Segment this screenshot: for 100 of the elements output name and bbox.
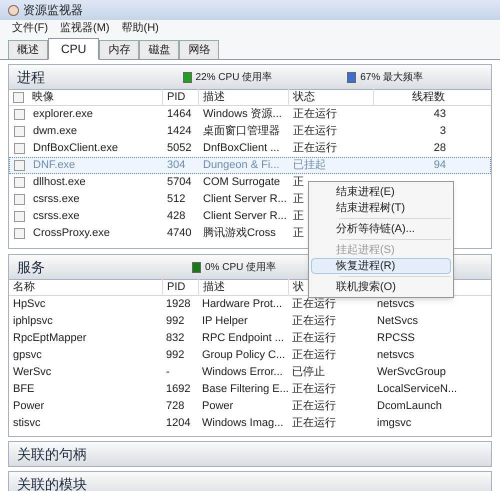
checkbox[interactable]	[14, 194, 25, 205]
indicator-label: 0% CPU 使用率	[205, 260, 276, 274]
tab[interactable]: CPU	[48, 38, 100, 60]
menu-item[interactable]: 分析等待链(A)...	[311, 221, 451, 237]
column-header[interactable]: PID	[162, 89, 198, 106]
menu-item[interactable]: 恢复进程(R)	[311, 258, 451, 274]
status-cell-text: 已停止	[291, 365, 326, 380]
description-cell-text: 腾讯游戏Cross	[202, 226, 277, 242]
status-cell-text: 正	[292, 209, 304, 224]
service-name: BFE	[12, 382, 36, 398]
description-cell-text: Windows Error...	[201, 365, 284, 380]
pid-cell-text: 832	[165, 331, 186, 346]
menu-item[interactable]: 结束进程树(T)	[311, 200, 451, 216]
section-header[interactable]: 关联的句柄	[8, 441, 492, 467]
description-cell-text: Base Filtering E...	[201, 382, 288, 398]
column-header[interactable]: 描述	[198, 279, 288, 296]
section-header[interactable]: 关联的模块	[8, 471, 492, 491]
column-header[interactable]: 映像	[32, 89, 54, 106]
service-name: HpSvc	[12, 297, 46, 312]
checkbox[interactable]	[14, 228, 25, 239]
group-cell-text: RPCSS	[376, 331, 416, 346]
process-name: dllhost.exe	[33, 175, 86, 190]
section-title: 关联的句柄	[17, 444, 88, 464]
menu-item[interactable]: 帮助(H)	[122, 20, 159, 37]
process-name: CrossProxy.exe	[33, 226, 110, 242]
window-title: 资源监视器	[23, 2, 83, 19]
checkbox[interactable]	[14, 177, 25, 188]
pid-cell-text: 428	[166, 209, 186, 224]
pid-cell-text: 1464	[166, 107, 192, 122]
description-cell-text: Client Server R...	[202, 209, 288, 224]
column-header[interactable]: 状态	[288, 89, 373, 106]
description-cell-text: IP Helper	[201, 314, 249, 330]
checkbox[interactable]	[14, 211, 25, 222]
column-header[interactable]: 状	[288, 279, 306, 296]
thread-count-cell-text: 3	[438, 124, 447, 140]
thread-count-cell-text: 28	[432, 141, 447, 156]
process-row[interactable]: csrss.exe 428 Client Server R... 正	[9, 208, 305, 225]
column-header[interactable]: 描述	[198, 89, 288, 106]
process-name: dwm.exe	[33, 124, 78, 140]
pid-cell-text: 4740	[166, 226, 192, 242]
description-cell-text: Dungeon & Fi...	[202, 158, 280, 174]
service-name: stisvc	[12, 416, 42, 432]
section-header[interactable]: 进程 22% CPU 使用率 67% 最大频率	[8, 64, 492, 90]
checkbox[interactable]	[14, 160, 25, 171]
status-cell-text: 已挂起	[292, 158, 327, 174]
column-header[interactable]: 名称	[9, 279, 162, 296]
pid-cell-text: 1424	[166, 124, 192, 140]
tab[interactable]: 概述	[8, 40, 48, 59]
description-cell-text: DnfBoxClient ...	[202, 141, 280, 156]
menu-item[interactable]: 文件(F)	[12, 20, 48, 37]
column-header[interactable]: 线程数	[373, 89, 453, 106]
description-cell-text: Windows Imag...	[201, 416, 284, 432]
process-row[interactable]: dwm.exe 1424 桌面窗口管理器 正在运行 3	[9, 123, 455, 140]
pid-cell-text: 992	[165, 314, 186, 330]
section-title: 关联的模块	[17, 474, 88, 491]
tab[interactable]: 内存	[99, 40, 140, 59]
process-row[interactable]: explorer.exe 1464 Windows 资源... 正在运行 43	[9, 106, 455, 123]
menu-item[interactable]: 联机搜索(O)	[311, 279, 451, 295]
group-cell-text: NetSvcs	[376, 314, 419, 330]
pid-cell-text: 304	[166, 158, 186, 174]
description-cell-text: Power	[201, 399, 234, 414]
thread-count-cell-text: 94	[432, 158, 447, 174]
process-row[interactable]: dllhost.exe 5704 COM Surrogate 正	[9, 174, 305, 191]
checkbox[interactable]	[14, 126, 25, 137]
checkbox[interactable]	[14, 109, 25, 120]
tab[interactable]: 磁盘	[139, 40, 180, 59]
status-cell-text: 正	[292, 226, 304, 242]
menu-item[interactable]: 监视器(M)	[60, 20, 110, 37]
column-header[interactable]: PID	[162, 279, 198, 296]
status-cell-text: 正在运行	[291, 399, 337, 414]
description-cell-text: 桌面窗口管理器	[202, 124, 281, 140]
group-cell-text: DcomLaunch	[376, 399, 443, 414]
status-cell-text: 正在运行	[291, 297, 337, 312]
process-name: csrss.exe	[33, 192, 80, 208]
tab[interactable]: 网络	[179, 40, 220, 59]
description-cell-text: RPC Endpoint ...	[201, 331, 285, 346]
description-cell-text: Windows 资源...	[202, 107, 283, 122]
group-cell-text: WerSvcGroup	[376, 365, 447, 380]
indicator-label: 67% 最大频率	[360, 70, 423, 84]
checkbox[interactable]	[14, 143, 25, 154]
pid-cell-text: 5052	[166, 141, 192, 156]
status-cell-text: 正在运行	[292, 141, 338, 156]
process-row[interactable]: DnfBoxClient.exe 5052 DnfBoxClient ... 正在运行 28	[9, 140, 455, 157]
pid-cell-text: 512	[166, 192, 186, 208]
app-icon	[8, 4, 19, 16]
status-cell-text: 正在运行	[291, 416, 337, 432]
checkbox[interactable]	[13, 92, 24, 103]
menu-item[interactable]: 结束进程(E)	[311, 184, 451, 200]
status-cell-text: 正在运行	[291, 382, 337, 398]
pid-cell-text: 1692	[165, 382, 192, 398]
pid-cell-text: 728	[165, 399, 186, 414]
service-name: RpcEptMapper	[12, 331, 88, 346]
process-row[interactable]: csrss.exe 512 Client Server R... 正	[9, 191, 305, 208]
pid-cell-text: 992	[165, 348, 186, 364]
status-cell-text: 正	[292, 175, 304, 190]
service-name: gpsvc	[12, 348, 43, 364]
thread-count-cell-text: 43	[432, 107, 447, 122]
description-cell-text: Hardware Prot...	[201, 297, 284, 312]
process-row[interactable]: CrossProxy.exe 4740 腾讯游戏Cross 正	[9, 225, 305, 242]
status-cell-text: 正	[292, 192, 304, 208]
